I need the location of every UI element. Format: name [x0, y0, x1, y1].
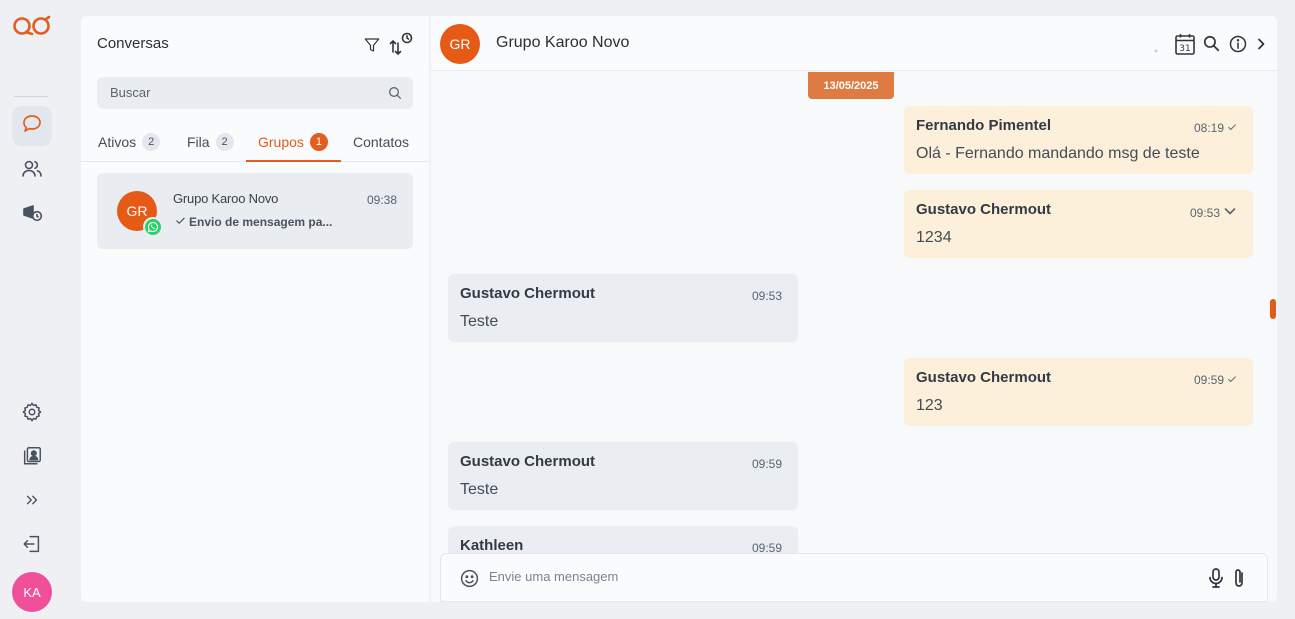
- conversation-name: Grupo Karoo Novo: [173, 191, 279, 206]
- calendar-day: 31: [1179, 44, 1190, 54]
- scrollbar-thumb[interactable]: [1270, 299, 1276, 319]
- address-book-icon: [21, 445, 43, 471]
- rail-divider: [14, 96, 48, 97]
- chevron-down-icon[interactable]: [1223, 205, 1237, 220]
- tab-ativos[interactable]: Ativos 2: [98, 133, 161, 162]
- message-time: 09:59: [751, 457, 782, 471]
- campaign-icon: [20, 201, 44, 229]
- message-text: Teste: [460, 481, 499, 498]
- preview-text: Envio de mensagem pa...: [189, 215, 333, 229]
- dot-icon: [1153, 39, 1159, 58]
- tab-contatos[interactable]: Contatos: [353, 134, 409, 162]
- conversation-time: 09:38: [366, 193, 397, 207]
- chat-header: GR Grupo Karoo Novo 31: [431, 16, 1277, 71]
- tab-label: Grupos: [258, 134, 304, 150]
- filter-icon[interactable]: [363, 36, 381, 58]
- chat-avatar[interactable]: GR: [440, 24, 480, 64]
- microphone-icon[interactable]: [1207, 567, 1225, 593]
- chevron-right-icon[interactable]: [1255, 36, 1267, 55]
- search-input[interactable]: [110, 85, 370, 100]
- message-time: 08:19: [1194, 121, 1237, 135]
- rail-item-conversations[interactable]: [12, 106, 52, 146]
- conversation-preview: Envio de mensagem pa...: [175, 215, 332, 229]
- message-time: 09:59: [1194, 373, 1237, 387]
- user-avatar[interactable]: KA: [12, 572, 52, 612]
- whatsapp-icon: [143, 217, 163, 237]
- rail-item-expand[interactable]: [12, 482, 52, 522]
- message-text: 123: [916, 397, 943, 414]
- check-icon: [175, 215, 186, 229]
- message-text: Teste: [460, 313, 499, 330]
- conversation-tabs: Ativos 2 Fila 2 Grupos 1 Contatos: [81, 132, 429, 162]
- tab-label: Contatos: [353, 134, 410, 150]
- message-sender: Fernando Pimentel: [916, 117, 1052, 134]
- rail-item-settings[interactable]: [12, 394, 52, 434]
- expand-icon: [23, 491, 41, 513]
- chat-title[interactable]: Grupo Karoo Novo: [496, 34, 629, 52]
- tab-count-badge: 2: [215, 133, 234, 151]
- message-text: 1234: [916, 229, 952, 246]
- rail-item-contacts[interactable]: [12, 151, 52, 191]
- tab-fila[interactable]: Fila 2: [187, 133, 234, 162]
- message-bubble-incoming[interactable]: Gustavo Chermout 09:53 Teste: [448, 274, 798, 342]
- calendar-icon[interactable]: 31: [1175, 33, 1195, 59]
- message-time-text: 09:53: [1189, 205, 1220, 220]
- message-sender: Gustavo Chermout: [460, 285, 596, 302]
- message-time: 09:53: [1190, 205, 1237, 220]
- message-time: 09:53: [751, 289, 782, 303]
- message-time-text: 08:19: [1193, 121, 1224, 135]
- search-icon[interactable]: [387, 85, 403, 105]
- message-input[interactable]: [489, 569, 1089, 584]
- tab-count-badge: 1: [309, 133, 328, 151]
- message-bubble-outgoing[interactable]: Gustavo Chermout 09:59 123: [904, 358, 1253, 426]
- nav-rail: KA: [0, 0, 64, 619]
- message-composer: [440, 553, 1268, 602]
- message-sender: Gustavo Chermout: [460, 453, 596, 470]
- tab-grupos[interactable]: Grupos 1: [246, 133, 341, 162]
- contacts-icon: [20, 157, 44, 185]
- chat-icon: [20, 112, 44, 140]
- info-icon[interactable]: [1228, 34, 1248, 58]
- rail-item-address-book[interactable]: [12, 438, 52, 478]
- logout-icon: [21, 533, 43, 559]
- date-separator: 13/05/2025: [808, 72, 894, 99]
- sort-recent-icon[interactable]: [388, 32, 414, 60]
- rail-item-logout[interactable]: [12, 526, 52, 566]
- search-box: [97, 77, 413, 109]
- list-title: Conversas: [97, 35, 169, 52]
- message-bubble-outgoing[interactable]: Fernando Pimentel 08:19 Olá - Fernando m…: [904, 106, 1253, 174]
- rail-item-campaigns[interactable]: [12, 195, 52, 235]
- message-text: Olá - Fernando mandando msg de teste: [916, 145, 1200, 162]
- emoji-icon[interactable]: [459, 568, 480, 593]
- brand-logo: [12, 14, 54, 42]
- message-bubble-outgoing[interactable]: Gustavo Chermout 09:53 1234: [904, 190, 1253, 258]
- tab-label: Fila: [187, 134, 210, 150]
- message-sender: Gustavo Chermout: [916, 201, 1052, 218]
- conversation-list-panel: Conversas Ativos 2 Fila 2 Grupos 1: [81, 16, 429, 602]
- check-icon: [1227, 121, 1237, 135]
- tab-count-badge: 2: [142, 133, 161, 151]
- check-icon: [1227, 373, 1237, 387]
- conversation-item[interactable]: GR Grupo Karoo Novo 09:38 Envio de mensa…: [97, 173, 413, 249]
- chat-panel: GR Grupo Karoo Novo 31 13/05/2025 Fernan…: [431, 16, 1277, 602]
- attachment-icon[interactable]: [1231, 567, 1247, 593]
- settings-icon: [21, 401, 43, 427]
- message-time-text: 09:59: [1193, 373, 1224, 387]
- message-sender: Kathleen: [460, 537, 524, 554]
- tab-label: Ativos: [98, 134, 137, 150]
- message-sender: Gustavo Chermout: [916, 369, 1052, 386]
- search-icon[interactable]: [1202, 34, 1221, 57]
- message-bubble-incoming[interactable]: Gustavo Chermout 09:59 Teste: [448, 442, 798, 510]
